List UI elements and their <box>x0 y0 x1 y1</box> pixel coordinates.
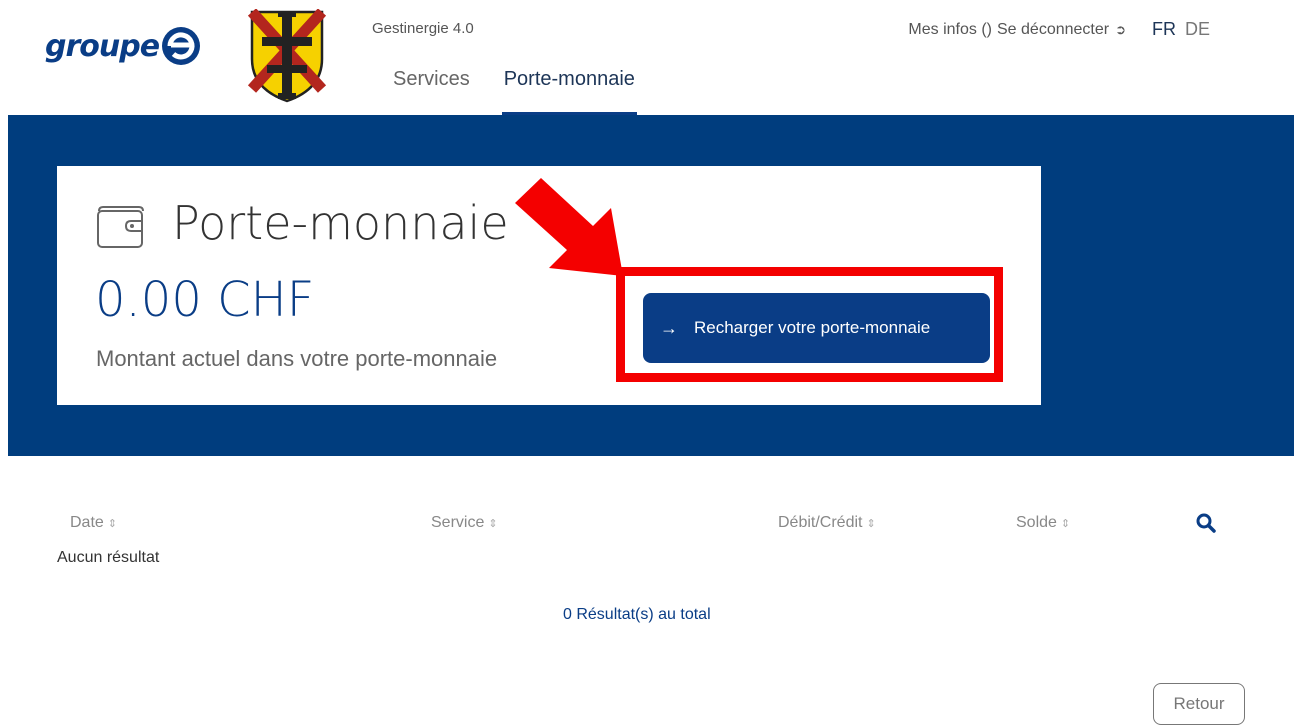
nav-item-services[interactable]: Services <box>393 62 470 115</box>
header: groupe Gestinergie 4.0 Services Porte-mo… <box>0 0 1294 115</box>
results-total: 0 Résultat(s) au total <box>563 606 711 623</box>
logo-e-icon <box>162 27 201 65</box>
my-info-link[interactable]: Mes infos () <box>908 21 992 39</box>
sort-icon: ⇕ <box>107 518 118 530</box>
search-icon[interactable] <box>1195 512 1217 534</box>
sort-icon: ⇕ <box>866 518 876 530</box>
logout-icon[interactable]: ➲ <box>1115 22 1126 38</box>
lang-de[interactable]: DE <box>1185 19 1210 40</box>
recharge-wallet-label: Recharger votre porte-monnaie <box>694 318 931 337</box>
red-pointer-arrow-icon <box>515 178 623 276</box>
wallet-icon <box>97 206 144 248</box>
column-header-debit-credit[interactable]: Débit/Crédit ⇕ <box>778 514 876 532</box>
wallet-amount: 0.00 CHF <box>95 272 315 328</box>
main-nav: Services Porte-monnaie <box>393 62 681 115</box>
wallet-amount-caption: Montant actuel dans votre porte-monnaie <box>96 346 498 371</box>
arrow-right-icon: → <box>660 317 678 338</box>
logout-link[interactable]: Se déconnecter <box>997 21 1109 39</box>
wallet-title: Porte-monnaie <box>172 196 509 250</box>
sort-icon: ⇕ <box>488 518 498 530</box>
empty-table-message: Aucun résultat <box>57 549 160 566</box>
column-header-service[interactable]: Service ⇕ <box>431 514 498 532</box>
column-date-label: Date <box>70 514 104 531</box>
user-menu: Mes infos () Se déconnecter ➲ FR DE <box>908 19 1210 40</box>
column-debit-credit-label: Débit/Crédit <box>778 514 863 531</box>
coat-of-arms-icon <box>248 9 326 103</box>
back-button[interactable]: Retour <box>1153 683 1245 725</box>
logo-text: groupe <box>45 28 160 64</box>
nav-item-porte-monnaie[interactable]: Porte-monnaie <box>501 62 637 115</box>
column-header-solde[interactable]: Solde ⇕ <box>1016 514 1070 532</box>
sort-icon: ⇕ <box>1060 518 1071 530</box>
groupe-e-logo[interactable]: groupe <box>45 24 201 68</box>
app-name: Gestinergie 4.0 <box>372 20 474 37</box>
column-service-label: Service <box>431 514 485 531</box>
recharge-wallet-button[interactable]: → Recharger votre porte-monnaie <box>643 293 990 363</box>
lang-fr[interactable]: FR <box>1152 19 1176 40</box>
column-solde-label: Solde <box>1016 514 1057 531</box>
column-header-date[interactable]: Date ⇕ <box>70 514 117 532</box>
